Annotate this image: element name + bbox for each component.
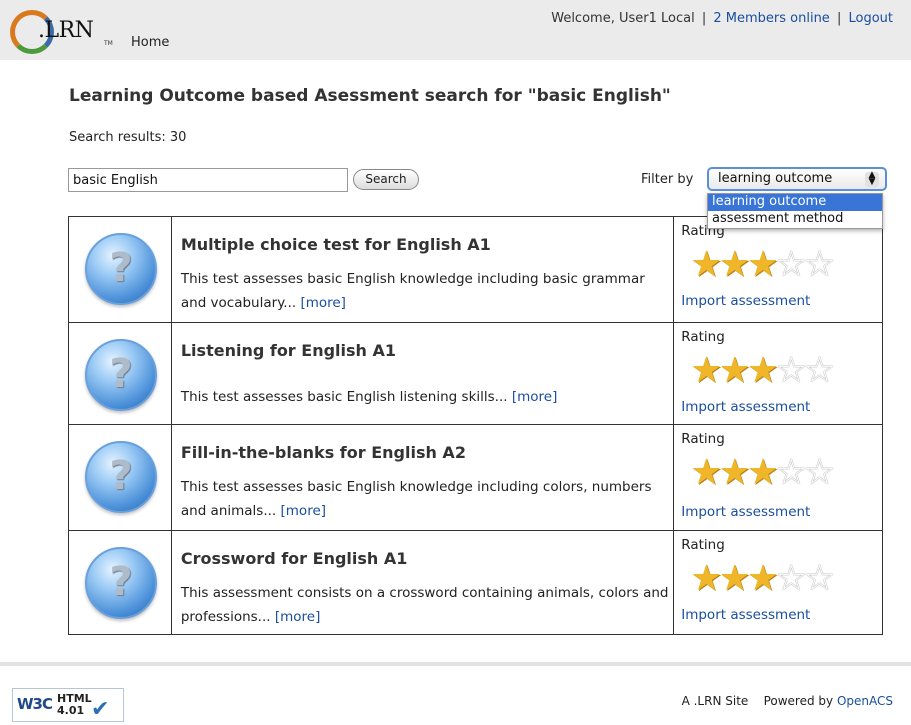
result-description-text: This test assesses basic English knowled…	[180, 271, 645, 311]
result-title[interactable]: Multiple choice test for English A1	[181, 235, 491, 254]
rating-stars: ★★★☆☆	[690, 350, 835, 391]
footer-divider	[0, 662, 911, 666]
more-link[interactable]: [more]	[281, 503, 327, 519]
rating-label: Rating	[681, 537, 725, 553]
welcome-text: Welcome, User1 Local	[551, 11, 695, 26]
star-icon: ☆	[803, 558, 836, 599]
rating-label: Rating	[681, 329, 725, 345]
checkmark-icon: ✔	[91, 697, 110, 722]
result-description-text: This test assesses basic English listeni…	[180, 389, 508, 405]
result-description: This test assesses basic English knowled…	[181, 267, 673, 315]
result-rating-cell: Rating ★★★☆☆ Import assessment	[673, 530, 883, 635]
star-icon: ★	[718, 350, 751, 391]
logout-link[interactable]: Logout	[848, 11, 893, 26]
more-link[interactable]: [more]	[512, 389, 558, 405]
star-icon: ☆	[803, 350, 836, 391]
w3c-badge-text: W3C	[17, 695, 53, 713]
logo-text: .LRN	[38, 18, 94, 43]
result-description-cell: Crossword for English A1 This assessment …	[170, 530, 675, 635]
star-icon: ★	[718, 244, 751, 285]
home-link[interactable]: Home	[131, 35, 169, 50]
search-button[interactable]: Search	[353, 169, 419, 190]
question-mark-icon: ?	[85, 441, 157, 513]
filter-select[interactable]: learning outcome ▲ ▼	[707, 167, 887, 191]
html-version: 4.01	[57, 704, 85, 717]
separator: |	[836, 11, 842, 26]
star-icon: ★	[690, 350, 723, 391]
result-description-text: This assessment consists on a crossword …	[180, 585, 669, 625]
search-results-count: Search results: 30	[69, 130, 187, 145]
result-rating-cell: Rating ★★★☆☆ Import assessment	[673, 424, 883, 531]
result-description-cell: Multiple choice test for English A1 This …	[170, 216, 675, 323]
filter-option-learning-outcome[interactable]: learning outcome	[708, 194, 882, 211]
search-input[interactable]	[68, 168, 348, 192]
w3c-html-badge[interactable]: W3C HTML 4.01 ✔	[12, 688, 124, 722]
result-icon-cell: ?	[68, 322, 172, 425]
rating-label: Rating	[681, 431, 725, 447]
result-description-cell: Listening for English A1 This test assess…	[170, 322, 675, 425]
result-row: ? Multiple choice test for English A1 This…	[68, 216, 883, 323]
result-row: ? Crossword for English A1 This assessment…	[68, 530, 883, 635]
import-assessment-link[interactable]: Import assessment	[681, 504, 810, 520]
user-bar: Welcome, User1 Local | 2 Members online …	[551, 11, 893, 26]
result-description: This test assesses basic English listeni…	[181, 385, 673, 409]
more-link[interactable]: [more]	[300, 295, 346, 311]
star-icon: ★	[718, 452, 751, 493]
top-header	[0, 0, 911, 60]
footer-credits: A .LRN Site Powered by OpenACS	[682, 694, 893, 708]
result-description-cell: Fill-in-the-blanks for English A2 This te…	[170, 424, 675, 531]
import-assessment-link[interactable]: Import assessment	[681, 399, 810, 415]
result-row: ? Listening for English A1 This test asses…	[68, 322, 883, 425]
result-title[interactable]: Listening for English A1	[181, 341, 396, 360]
result-icon-cell: ?	[68, 530, 172, 635]
rating-stars: ★★★☆☆	[690, 244, 835, 285]
star-icon: ☆	[803, 244, 836, 285]
question-mark-icon: ?	[85, 233, 157, 305]
result-row: ? Fill-in-the-blanks for English A2 This t…	[68, 424, 883, 531]
dotlrn-logo[interactable]: .LRN TM	[10, 6, 113, 58]
up-down-arrows-icon: ▲ ▼	[865, 171, 879, 187]
star-icon: ★	[718, 558, 751, 599]
star-icon: ★	[690, 244, 723, 285]
result-rating-cell: Rating ★★★☆☆ Import assessment	[673, 322, 883, 425]
result-title[interactable]: Crossword for English A1	[181, 549, 408, 568]
results-table: ? Multiple choice test for English A1 This…	[68, 216, 883, 635]
rating-stars: ★★★☆☆	[690, 558, 835, 599]
rating-stars: ★★★☆☆	[690, 452, 835, 493]
html-badge-text: HTML 4.01	[57, 693, 92, 717]
result-description: This assessment consists on a crossword …	[181, 581, 673, 629]
import-assessment-link[interactable]: Import assessment	[681, 607, 810, 623]
result-title[interactable]: Fill-in-the-blanks for English A2	[181, 443, 466, 462]
star-icon: ★	[690, 452, 723, 493]
star-icon: ★	[690, 558, 723, 599]
star-icon: ☆	[803, 452, 836, 493]
question-mark-icon: ?	[85, 339, 157, 411]
site-text: A .LRN Site	[681, 694, 749, 708]
result-icon-cell: ?	[68, 424, 172, 531]
result-description-text: This test assesses basic English knowled…	[180, 479, 652, 519]
members-online-link[interactable]: 2 Members online	[713, 11, 829, 26]
powered-by-text: Powered by	[763, 694, 834, 708]
filter-option-assessment-method[interactable]: assessment method	[708, 211, 882, 228]
result-description: This test assesses basic English knowled…	[181, 475, 673, 523]
import-assessment-link[interactable]: Import assessment	[681, 293, 810, 309]
filter-label: Filter by	[641, 172, 694, 187]
filter-selected-value: learning outcome	[718, 171, 833, 186]
filter-dropdown: learning outcome assessment method	[707, 193, 883, 229]
logo-trademark: TM	[104, 40, 113, 47]
openacs-link[interactable]: OpenACS	[837, 694, 893, 708]
result-rating-cell: Rating ★★★☆☆ Import assessment	[673, 216, 883, 323]
more-link[interactable]: [more]	[275, 609, 321, 625]
question-mark-icon: ?	[85, 547, 157, 619]
separator: |	[701, 11, 707, 26]
page-title: Learning Outcome based Asessment search …	[69, 86, 671, 106]
result-icon-cell: ?	[68, 216, 172, 323]
